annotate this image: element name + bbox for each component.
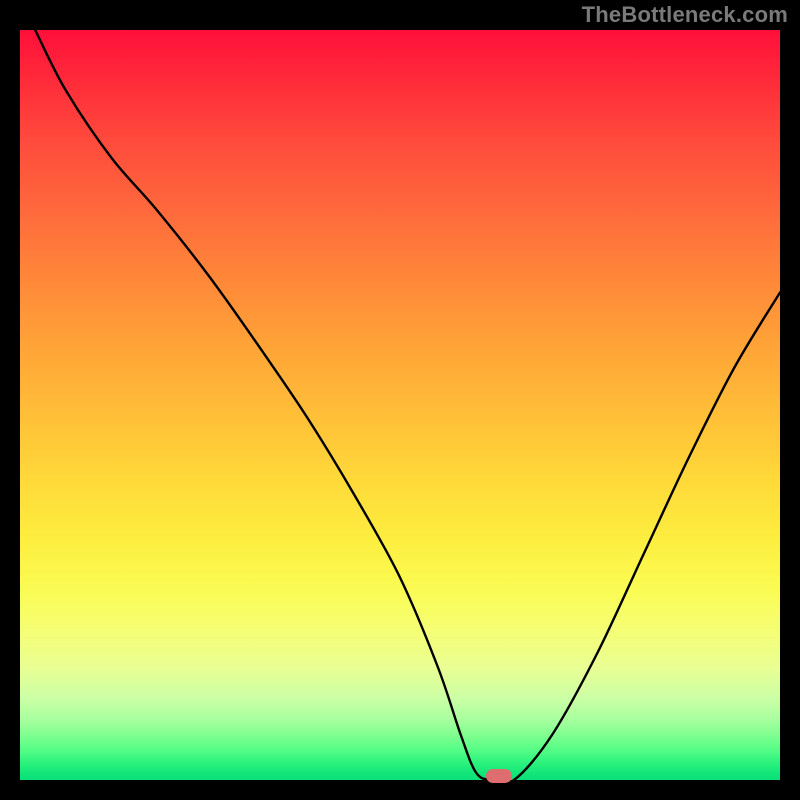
minimum-marker <box>486 769 512 783</box>
bottleneck-curve-path <box>35 30 780 780</box>
plot-area <box>20 30 780 780</box>
curve-svg <box>20 30 780 780</box>
chart-frame: TheBottleneck.com <box>0 0 800 800</box>
watermark-text: TheBottleneck.com <box>582 2 788 28</box>
